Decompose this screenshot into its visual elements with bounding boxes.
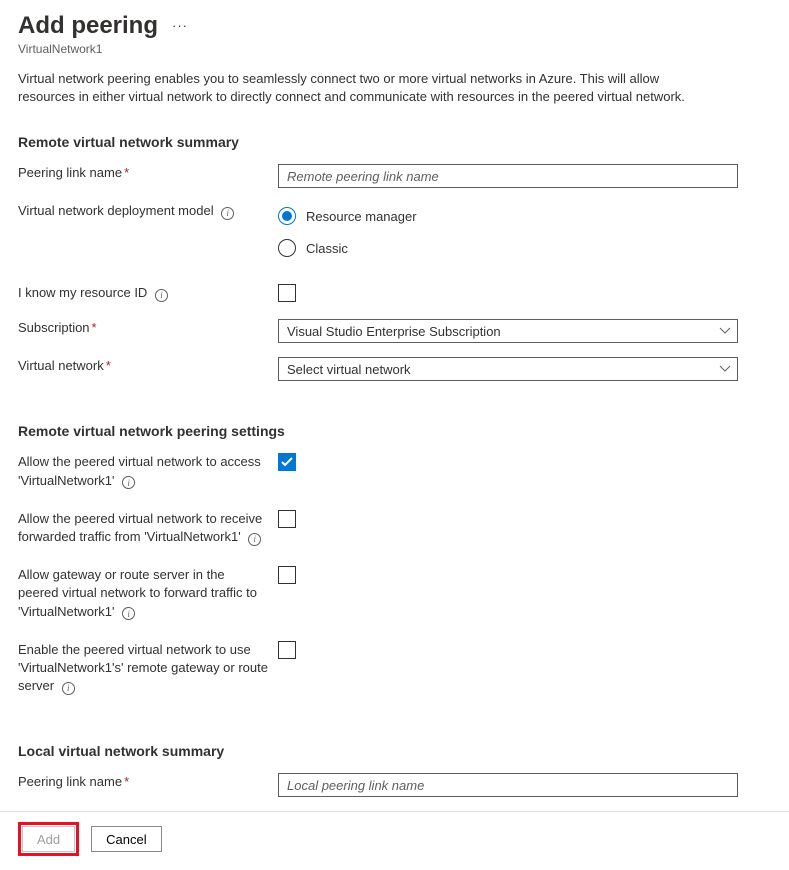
info-icon[interactable]: i — [155, 289, 168, 302]
local-link-name-label: Peering link name — [18, 774, 122, 789]
radio-rm-label: Resource manager — [306, 209, 417, 224]
info-icon[interactable]: i — [122, 607, 135, 620]
info-icon[interactable]: i — [62, 682, 75, 695]
subscription-select[interactable]: Visual Studio Enterprise Subscription — [278, 319, 738, 343]
know-resource-id-checkbox[interactable] — [278, 284, 296, 302]
opt3-label: Allow gateway or route server in the pee… — [18, 567, 257, 618]
radio-classic[interactable]: Classic — [278, 238, 738, 258]
cancel-button[interactable]: Cancel — [91, 826, 161, 852]
opt1-checkbox[interactable] — [278, 453, 296, 471]
opt2-checkbox[interactable] — [278, 510, 296, 528]
subscription-value: Visual Studio Enterprise Subscription — [287, 324, 501, 339]
required-marker: * — [106, 358, 111, 373]
opt4-checkbox[interactable] — [278, 641, 296, 659]
radio-unselected-icon — [278, 239, 296, 257]
chevron-down-icon — [719, 365, 731, 373]
opt1-label: Allow the peered virtual network to acce… — [18, 454, 261, 487]
local-link-name-input[interactable] — [278, 773, 738, 797]
remote-link-name-input[interactable] — [278, 164, 738, 188]
remote-link-name-label: Peering link name — [18, 165, 122, 180]
vnet-select[interactable]: Select virtual network — [278, 357, 738, 381]
remote-summary-heading: Remote virtual network summary — [18, 134, 771, 150]
vnet-label: Virtual network — [18, 358, 104, 373]
opt4-label: Enable the peered virtual network to use… — [18, 642, 268, 693]
add-button[interactable]: Add — [22, 826, 75, 852]
subscription-label: Subscription — [18, 320, 90, 335]
radio-selected-icon — [278, 207, 296, 225]
required-marker: * — [92, 320, 97, 335]
vnet-value: Select virtual network — [287, 362, 411, 377]
opt3-checkbox[interactable] — [278, 566, 296, 584]
local-summary-heading: Local virtual network summary — [18, 743, 771, 759]
radio-classic-label: Classic — [306, 241, 348, 256]
page-title: Add peering — [18, 12, 158, 40]
resource-breadcrumb: VirtualNetwork1 — [18, 42, 771, 56]
intro-text: Virtual network peering enables you to s… — [18, 70, 698, 106]
required-marker: * — [124, 165, 129, 180]
info-icon[interactable]: i — [221, 207, 234, 220]
know-resource-id-label: I know my resource ID — [18, 285, 147, 300]
required-marker: * — [124, 774, 129, 789]
add-button-highlight: Add — [18, 822, 79, 856]
info-icon[interactable]: i — [248, 533, 261, 546]
deploy-model-label: Virtual network deployment model — [18, 203, 214, 218]
info-icon[interactable]: i — [122, 476, 135, 489]
radio-resource-manager[interactable]: Resource manager — [278, 206, 738, 226]
chevron-down-icon — [719, 327, 731, 335]
remote-settings-heading: Remote virtual network peering settings — [18, 423, 771, 439]
opt2-label: Allow the peered virtual network to rece… — [18, 511, 262, 544]
more-actions-icon[interactable]: ··· — [172, 18, 188, 37]
